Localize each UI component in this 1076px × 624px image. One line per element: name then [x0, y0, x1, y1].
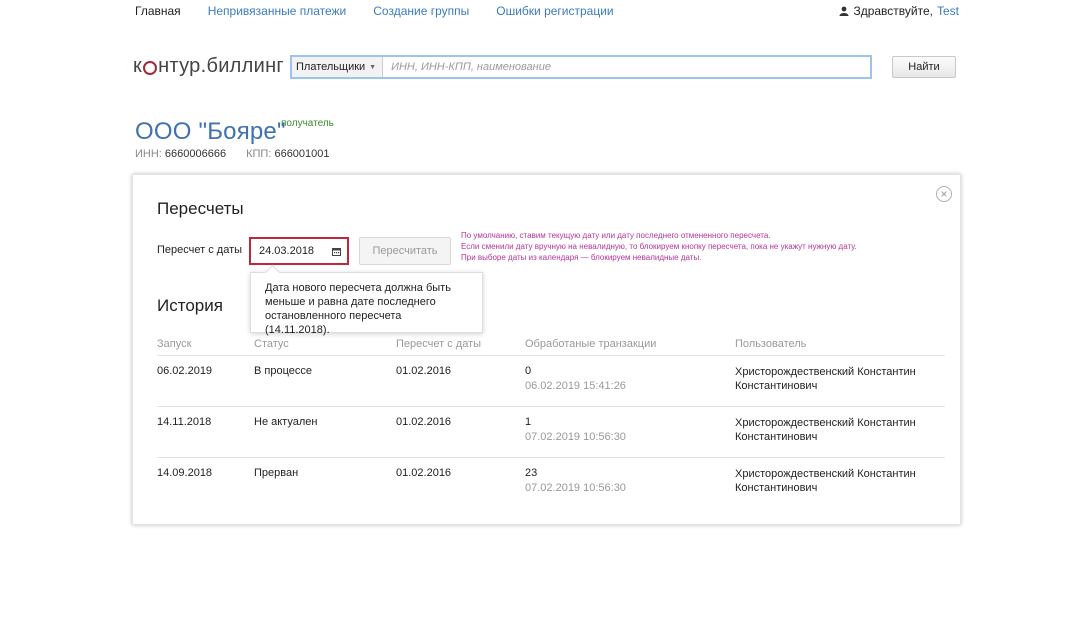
search-input[interactable]	[383, 60, 870, 74]
cell-user: Христорождественский Константин Констант…	[735, 417, 916, 443]
dev-note: По умолчанию, ставим текущую дату или да…	[461, 230, 857, 263]
logo-ring-icon	[143, 60, 158, 75]
company-name: ООО "Бояре"	[135, 118, 286, 145]
top-nav: Главная Непривязанные платежи Создание г…	[135, 4, 641, 18]
nav-unlinked-payments[interactable]: Непривязанные платежи	[208, 4, 347, 18]
inn-value: 6660006666	[164, 148, 227, 160]
cell-from-date: 01.02.2016	[396, 416, 452, 428]
cell-start: 06.02.2019	[157, 365, 213, 377]
table-row: 14.11.2018 Не актуален 01.02.2016 1 07.02…	[157, 407, 945, 458]
col-status: Статус	[254, 338, 289, 350]
logo-text-end: нтур.биллинг	[158, 55, 285, 77]
search-type-select[interactable]: Плательщики ▼	[292, 57, 384, 77]
table-row: 14.09.2018 Прерван 01.02.2016 23 07.02.20…	[157, 458, 945, 509]
transaction-count: 0	[525, 365, 532, 377]
cell-transactions: 1 07.02.2019 10:56:30	[525, 416, 735, 457]
cell-user: Христорождественский Константин Констант…	[735, 366, 916, 392]
user-icon	[839, 6, 849, 16]
cell-status: В процессе	[254, 365, 312, 377]
company-role: получатель	[281, 118, 334, 129]
cell-transactions: 23 07.02.2019 10:56:30	[525, 467, 735, 509]
date-input[interactable]: 24.03.2018	[249, 237, 349, 265]
col-user: Пользователь	[735, 338, 807, 350]
logo-text-start: к	[133, 55, 143, 77]
recalc-title: Пересчеты	[157, 199, 244, 218]
cell-from-date: 01.02.2016	[396, 467, 452, 479]
close-icon[interactable]: ×	[936, 186, 952, 202]
nav-create-group[interactable]: Создание группы	[373, 4, 469, 18]
nav-registration-errors[interactable]: Ошибки регистрации	[496, 4, 613, 18]
dev-note-line: При выборе даты из календаря — блокируем…	[461, 253, 702, 262]
cell-user: Христорождественский Константин Констант…	[735, 468, 916, 494]
col-transactions: Обработаные транзакции	[525, 338, 657, 350]
chevron-down-icon: ▼	[369, 63, 377, 71]
cell-status: Прерван	[254, 467, 299, 479]
recalc-panel: × Пересчеты Пересчет с даты 24.03.2018 П…	[132, 174, 961, 525]
history-table: Запуск Статус Пересчет с даты Обработаны…	[157, 333, 945, 509]
kpp-value: 666001001	[274, 148, 330, 160]
calendar-icon[interactable]	[332, 247, 341, 256]
cell-start: 14.11.2018	[157, 416, 212, 428]
inn-label: ИНН:	[135, 148, 162, 160]
company-ids: ИНН: 6660006666 КПП: 666001001	[135, 148, 330, 160]
col-from-date: Пересчет с даты	[396, 338, 482, 350]
user-link[interactable]: Test	[937, 4, 959, 18]
transaction-time: 07.02.2019 10:56:30	[525, 482, 626, 494]
transaction-time: 07.02.2019 10:56:30	[525, 431, 626, 443]
col-start: Запуск	[157, 338, 192, 350]
transaction-time: 06.02.2019 15:41:26	[525, 380, 626, 392]
greeting: Здравствуйте, Test	[839, 4, 959, 18]
table-header: Запуск Статус Пересчет с даты Обработаны…	[157, 333, 945, 356]
cell-start: 14.09.2018	[157, 467, 213, 479]
cell-transactions: 0 06.02.2019 15:41:26	[525, 365, 735, 406]
search-bar: Плательщики ▼	[290, 55, 872, 79]
dev-note-line: По умолчанию, ставим текущую дату или да…	[461, 231, 771, 240]
greeting-text: Здравствуйте,	[853, 4, 933, 18]
cell-status: Не актуален	[254, 416, 318, 428]
inn-field: ИНН: 6660006666	[135, 148, 226, 160]
recalc-button[interactable]: Пересчитать	[359, 237, 451, 265]
date-label: Пересчет с даты	[157, 244, 243, 256]
table-row: 06.02.2019 В процессе 01.02.2016 0 06.02.…	[157, 356, 945, 407]
kpp-field: КПП: 666001001	[246, 148, 329, 160]
transaction-count: 1	[525, 416, 532, 428]
dev-note-line: Если сменили дату вручную на невалидную,…	[461, 242, 857, 251]
transaction-count: 23	[525, 467, 538, 479]
history-title: История	[157, 296, 223, 315]
date-error-tooltip: Дата нового пересчета должна быть меньше…	[250, 272, 483, 336]
nav-home[interactable]: Главная	[135, 4, 181, 18]
cell-from-date: 01.02.2016	[396, 365, 452, 377]
search-type-label: Плательщики	[296, 61, 366, 73]
date-value: 24.03.2018	[259, 245, 315, 257]
kpp-label: КПП:	[246, 148, 272, 160]
logo[interactable]: к нтур.биллинг	[133, 55, 284, 78]
find-button[interactable]: Найти	[892, 56, 956, 78]
